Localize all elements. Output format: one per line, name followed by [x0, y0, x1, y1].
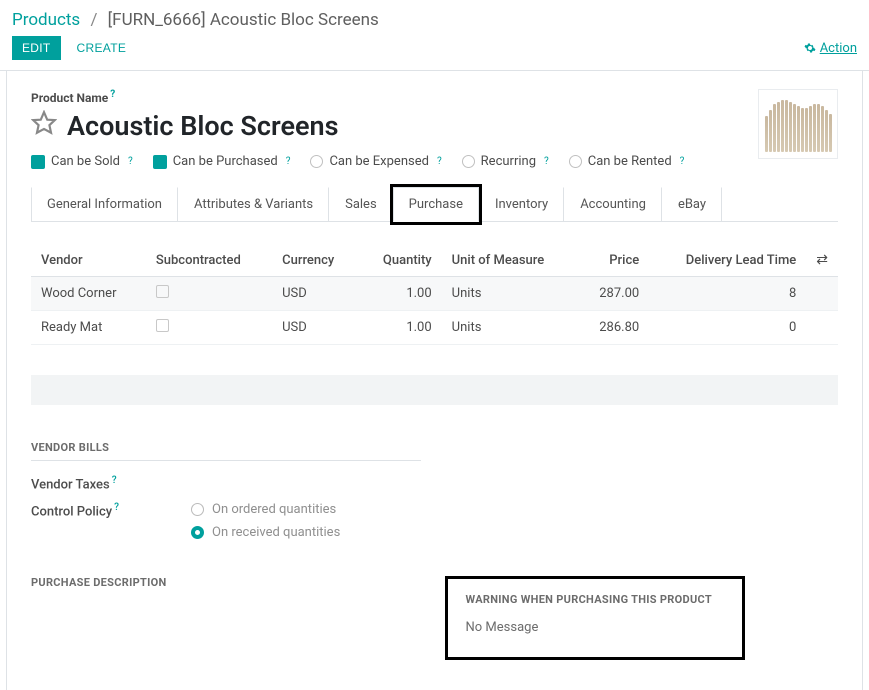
cell-uom: Units — [442, 311, 577, 345]
cell-uom: Units — [442, 277, 577, 311]
breadcrumb-separator: / — [90, 10, 97, 30]
tab-inventory[interactable]: Inventory — [479, 187, 564, 221]
action-button[interactable]: Action — [804, 41, 857, 56]
tab-accounting[interactable]: Accounting — [564, 187, 662, 221]
cell-lead: 0 — [649, 311, 806, 345]
can-sold-label: Can be Sold — [51, 154, 120, 169]
cell-lead: 8 — [649, 277, 806, 311]
help-icon[interactable]: ? — [114, 502, 119, 513]
help-icon[interactable]: ? — [286, 156, 291, 167]
radio-on-ordered[interactable] — [191, 503, 204, 516]
favorite-star-icon[interactable] — [31, 110, 57, 142]
cell-price: 286.80 — [577, 311, 649, 345]
help-icon[interactable]: ? — [128, 156, 133, 167]
th-vendor[interactable]: Vendor — [31, 244, 146, 277]
checkbox-can-purchased[interactable] — [153, 155, 167, 169]
checkbox-subcontracted[interactable] — [156, 319, 169, 332]
warning-title: WARNING WHEN PURCHASING THIS PRODUCT — [466, 593, 724, 606]
toolbar: Edit Create Action — [0, 36, 869, 71]
tab-attributes-variants[interactable]: Attributes & Variants — [178, 187, 329, 221]
can-expensed-label: Can be Expensed — [329, 154, 429, 169]
form-sheet: Product Name? Acoustic Bloc Screens Can … — [6, 71, 863, 690]
th-uom[interactable]: Unit of Measure — [442, 244, 577, 277]
checkbox-recurring[interactable] — [462, 155, 475, 168]
product-image[interactable] — [758, 89, 838, 159]
help-icon[interactable]: ? — [680, 156, 685, 167]
tab-general-information[interactable]: General Information — [31, 187, 178, 221]
help-icon[interactable]: ? — [544, 156, 549, 167]
empty-footer-row — [31, 375, 838, 405]
cell-currency: USD — [272, 311, 359, 345]
radio-on-received[interactable] — [191, 526, 204, 539]
can-rented-label: Can be Rented — [588, 154, 672, 169]
cell-vendor: Ready Mat — [31, 311, 146, 345]
warning-box: WARNING WHEN PURCHASING THIS PRODUCT No … — [445, 576, 745, 660]
product-title: Acoustic Bloc Screens — [67, 110, 338, 142]
warning-value: No Message — [466, 620, 724, 635]
tab-purchase[interactable]: Purchase — [393, 187, 479, 222]
breadcrumb-current: [FURN_6666] Acoustic Bloc Screens — [108, 10, 379, 30]
help-icon[interactable]: ? — [112, 475, 117, 486]
table-row[interactable]: Ready Mat USD 1.00 Units 286.80 0 — [31, 311, 838, 345]
product-options: Can be Sold? Can be Purchased? Can be Ex… — [31, 154, 758, 169]
th-price[interactable]: Price — [577, 244, 649, 277]
vendor-table: Vendor Subcontracted Currency Quantity U… — [31, 244, 838, 345]
tab-ebay[interactable]: eBay — [662, 187, 722, 221]
can-purchased-label: Can be Purchased — [173, 154, 278, 169]
tab-content: Vendor Subcontracted Currency Quantity U… — [31, 222, 838, 660]
table-row[interactable]: Wood Corner USD 1.00 Units 287.00 8 — [31, 277, 838, 311]
help-icon[interactable]: ? — [110, 89, 115, 100]
cell-price: 287.00 — [577, 277, 649, 311]
product-image-illustration — [765, 96, 832, 152]
checkbox-can-sold[interactable] — [31, 155, 45, 169]
checkbox-can-rented[interactable] — [569, 155, 582, 168]
on-ordered-label: On ordered quantities — [212, 502, 336, 517]
action-label: Action — [820, 41, 857, 56]
gear-icon — [804, 42, 816, 54]
section-vendor-bills: VENDOR BILLS — [31, 441, 421, 461]
tabs: General Information Attributes & Variant… — [31, 187, 838, 222]
th-quantity[interactable]: Quantity — [359, 244, 442, 277]
help-icon[interactable]: ? — [437, 156, 442, 167]
cell-vendor: Wood Corner — [31, 277, 146, 311]
product-name-label: Product Name? — [31, 91, 115, 105]
recurring-label: Recurring — [481, 154, 536, 169]
breadcrumb-root[interactable]: Products — [12, 10, 80, 30]
control-policy-label: Control Policy? — [31, 502, 191, 540]
cell-qty: 1.00 — [359, 277, 442, 311]
th-subcontracted[interactable]: Subcontracted — [146, 244, 272, 277]
on-received-label: On received quantities — [212, 525, 340, 540]
checkbox-subcontracted[interactable] — [156, 285, 169, 298]
create-button[interactable]: Create — [67, 36, 137, 60]
th-currency[interactable]: Currency — [272, 244, 359, 277]
edit-button[interactable]: Edit — [12, 36, 61, 60]
vendor-taxes-label: Vendor Taxes? — [31, 475, 191, 492]
cell-qty: 1.00 — [359, 311, 442, 345]
columns-settings-icon[interactable]: ⇄ — [816, 252, 828, 268]
tab-sales[interactable]: Sales — [329, 187, 393, 221]
cell-currency: USD — [272, 277, 359, 311]
checkbox-can-expensed[interactable] — [310, 155, 323, 168]
section-purchase-description: PURCHASE DESCRIPTION — [31, 576, 425, 589]
th-lead[interactable]: Delivery Lead Time — [649, 244, 806, 277]
breadcrumb: Products / [FURN_6666] Acoustic Bloc Scr… — [0, 0, 869, 36]
